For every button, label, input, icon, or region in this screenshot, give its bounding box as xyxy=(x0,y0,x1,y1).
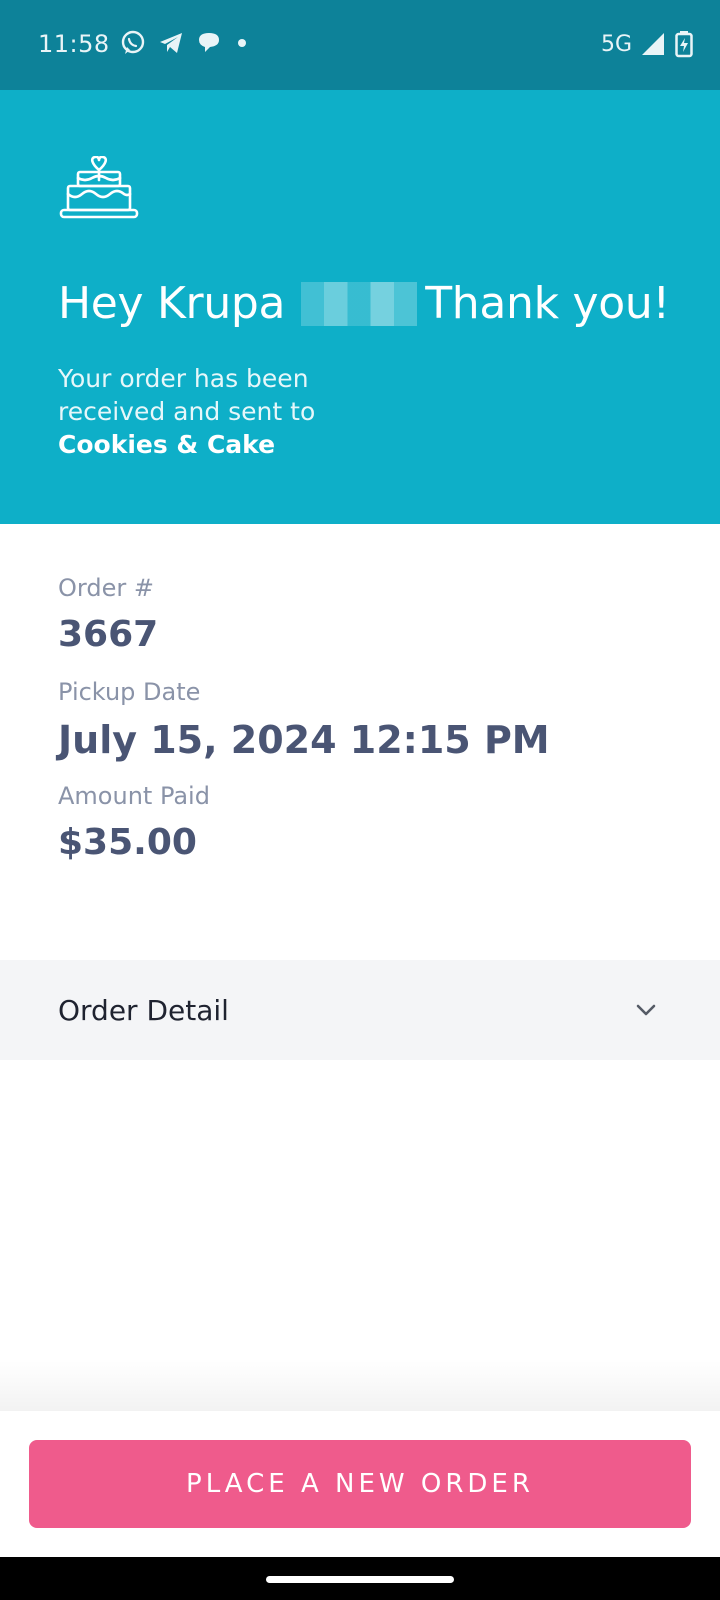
telegram-icon xyxy=(160,33,182,53)
status-bar: 11:58 5G xyxy=(0,0,720,90)
whatsapp-icon xyxy=(121,30,145,54)
chat-icon xyxy=(199,33,219,52)
order-number-label: Order # xyxy=(58,574,154,602)
battery-icon xyxy=(675,31,693,58)
store-name: Cookies & Cake xyxy=(58,430,276,459)
order-sent-message: Your order has been received and sent to… xyxy=(58,362,388,461)
greeting-heading: Hey Krupa Thank you! xyxy=(58,278,670,329)
pickup-date: July 15, 2024 12:15 PM xyxy=(58,718,550,762)
cake-icon xyxy=(59,156,139,219)
amount-paid: $35.00 xyxy=(58,822,197,863)
system-navigation-bar xyxy=(0,1557,720,1600)
amount-paid-label: Amount Paid xyxy=(58,782,210,810)
place-new-order-button[interactable]: PLACE A NEW ORDER xyxy=(29,1440,691,1528)
order-detail-label: Order Detail xyxy=(58,993,229,1027)
home-indicator[interactable] xyxy=(266,1576,454,1583)
greeting-suffix: Thank you! xyxy=(425,278,670,329)
network-type: 5G xyxy=(600,31,632,57)
dot-icon xyxy=(238,39,246,47)
signal-icon xyxy=(642,33,664,55)
pickup-date-label: Pickup Date xyxy=(58,678,201,706)
bottom-shadow xyxy=(0,1360,720,1412)
order-detail-accordion[interactable]: Order Detail xyxy=(0,960,720,1060)
order-number: 3667 xyxy=(58,614,159,655)
status-right: 5G xyxy=(601,30,694,58)
status-time: 11:58 xyxy=(38,30,110,58)
order-confirmation-header: Hey Krupa Thank you! Your order has been… xyxy=(0,90,720,524)
redacted-name xyxy=(301,281,418,326)
order-summary: Order # 3667 Pickup Date July 15, 2024 1… xyxy=(58,572,678,868)
bottom-action-panel: PLACE A NEW ORDER xyxy=(0,1411,720,1557)
greeting-prefix: Hey Krupa xyxy=(58,278,286,329)
notification-icons xyxy=(120,30,250,56)
message-text: Your order has been received and sent to xyxy=(58,364,316,426)
chevron-down-icon[interactable] xyxy=(634,998,658,1022)
